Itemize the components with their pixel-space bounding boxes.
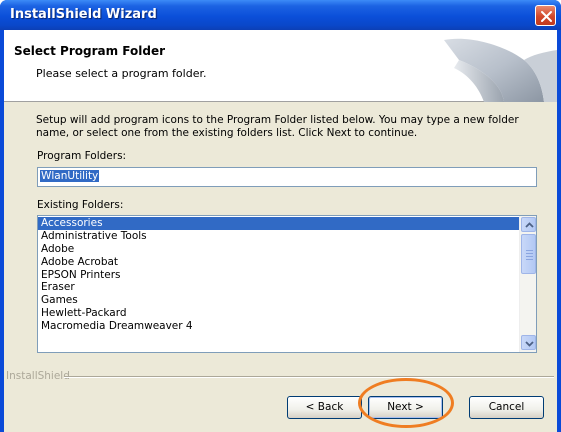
list-item[interactable]: Macromedia Dreamweaver 4 [38,320,519,333]
program-folder-value: WlanUtility [40,170,100,182]
list-item[interactable]: EPSON Printers [38,269,519,282]
footer-divider [64,376,554,378]
folder-items: Accessories Administrative Tools Adobe Adob… [38,217,519,333]
program-folder-input[interactable]: WlanUtility [37,167,537,187]
existing-folders-label: Existing Folders: [37,199,124,211]
list-item[interactable]: Adobe Acrobat [38,256,519,269]
cancel-button[interactable]: Cancel [469,396,544,419]
close-button[interactable] [535,5,556,26]
installshield-window: InstallShield Wizard Select Program Fold… [0,0,561,432]
wizard-art-icon [444,38,557,102]
title-bar[interactable]: InstallShield Wizard [0,0,561,30]
list-scrollbar[interactable] [519,216,536,352]
page-title: Select Program Folder [14,44,166,58]
list-item[interactable]: Accessories [38,217,519,230]
next-highlight-ring [358,378,454,428]
scroll-up-button[interactable] [521,217,536,232]
window-title: InstallShield Wizard [10,7,157,22]
list-item[interactable]: Administrative Tools [38,230,519,243]
page-subtitle: Please select a program folder. [36,67,207,80]
list-item[interactable]: Games [38,294,519,307]
installshield-brand: InstallShield [6,370,70,382]
instructions-text: Setup will add program icons to the Prog… [36,114,519,139]
close-icon [541,11,552,22]
list-item[interactable]: Adobe [38,243,519,256]
scroll-down-button[interactable] [521,335,536,350]
wizard-header: Select Program Folder Please select a pr… [4,30,557,102]
dialog-client: Select Program Folder Please select a pr… [4,30,557,432]
list-item[interactable]: Hewlett-Packard [38,307,519,320]
back-button[interactable]: < Back [287,396,362,419]
arrow-up-icon [525,222,534,228]
scroll-thumb[interactable] [521,234,536,274]
existing-folders-list[interactable]: Accessories Administrative Tools Adobe Adob… [37,215,537,353]
program-folders-label: Program Folders: [37,150,127,162]
arrow-down-icon [525,341,534,347]
list-item[interactable]: Eraser [38,281,519,294]
